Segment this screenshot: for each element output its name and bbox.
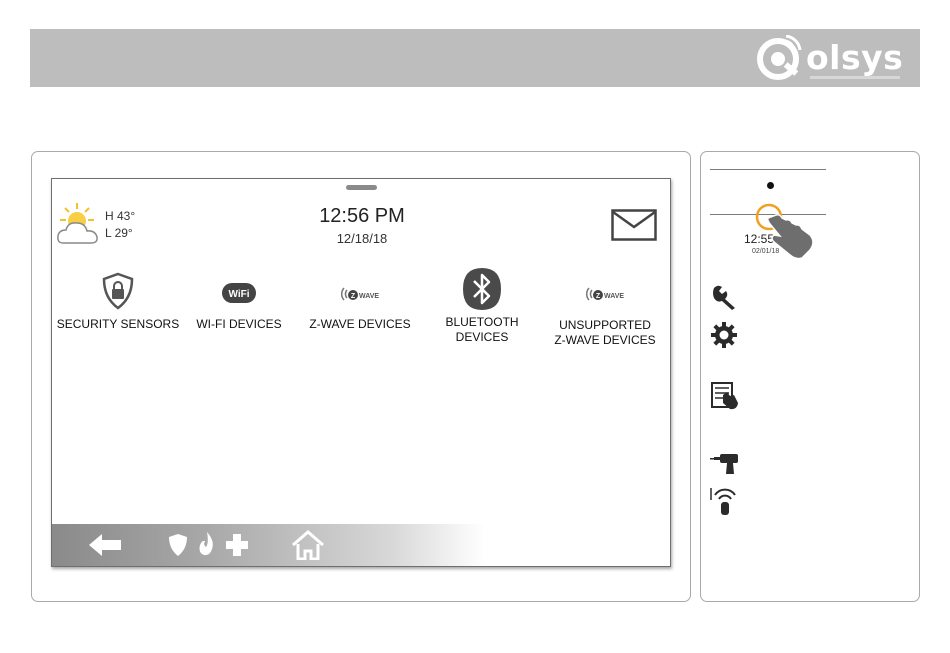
drill-icon	[710, 454, 738, 474]
security-shield-lock-icon	[102, 272, 134, 310]
envelope-icon[interactable]	[611, 209, 657, 241]
logo-mark-icon	[757, 34, 802, 80]
tile-security-sensors[interactable]: SECURITY SENSORS	[54, 267, 182, 347]
tile-label: SECURITY SENSORS	[56, 317, 180, 331]
touch-panel-icon	[711, 382, 738, 410]
tile-wifi-devices[interactable]: WiFi WI-FI DEVICES	[175, 267, 303, 347]
home-icon[interactable]	[291, 530, 325, 560]
wifi-badge-icon: WiFi	[222, 283, 256, 303]
tile-bluetooth-devices[interactable]: BLUETOOTH DEVICES	[418, 267, 546, 347]
header-bar: olsys	[30, 29, 920, 87]
tile-label: Z-WAVE DEVICES	[309, 317, 411, 331]
mini-screen-top-line	[710, 169, 826, 170]
tile-label: WI-FI DEVICES	[196, 317, 282, 331]
logo-text: olsys	[806, 38, 904, 77]
partly-cloudy-icon	[57, 203, 98, 244]
panel-screen: H 43° L 29° 12:56 PM 12/18/18 SECURITY S…	[51, 178, 671, 567]
medical-cross-icon[interactable]	[225, 533, 249, 557]
fire-icon[interactable]	[197, 531, 217, 557]
swipe-down-hand-icon	[755, 203, 814, 260]
svg-text:WiFi: WiFi	[228, 289, 249, 300]
bottom-nav-bar	[52, 524, 670, 566]
police-shield-icon[interactable]	[168, 533, 188, 557]
svg-text:Z: Z	[351, 293, 356, 300]
gear-icon	[711, 322, 737, 348]
clock-time: 12:56 PM	[319, 205, 405, 227]
svg-text:WAVE: WAVE	[604, 293, 624, 300]
tile-label: BLUETOOTH DEVICES	[445, 315, 519, 344]
drag-handle[interactable]	[346, 185, 377, 190]
svg-text:Z: Z	[596, 293, 601, 300]
qolsys-logo: olsys	[756, 34, 904, 81]
tile-unsupported-zwave-devices[interactable]: Z WAVE UNSUPPORTED Z-WAVE DEVICES	[541, 267, 669, 347]
svg-text:WAVE: WAVE	[359, 293, 379, 300]
logo-tagline	[810, 76, 900, 79]
back-arrow-icon[interactable]	[88, 532, 122, 558]
weather-low: L 29°	[105, 226, 133, 240]
zwave-logo-icon: Z WAVE	[340, 287, 379, 301]
clock-date: 12/18/18	[336, 231, 388, 246]
weather-widget[interactable]: H 43° L 29°	[57, 201, 147, 247]
wireless-remote-icon	[710, 488, 736, 515]
tile-zwave-devices[interactable]: Z WAVE Z-WAVE DEVICES	[296, 267, 424, 347]
bluetooth-icon	[463, 268, 501, 310]
camera-dot	[767, 182, 774, 189]
weather-high: H 43°	[105, 209, 136, 223]
tile-label: UNSUPPORTED Z-WAVE DEVICES	[554, 318, 656, 347]
wrench-icon	[713, 285, 735, 310]
zwave-logo-icon: Z WAVE	[585, 287, 624, 301]
